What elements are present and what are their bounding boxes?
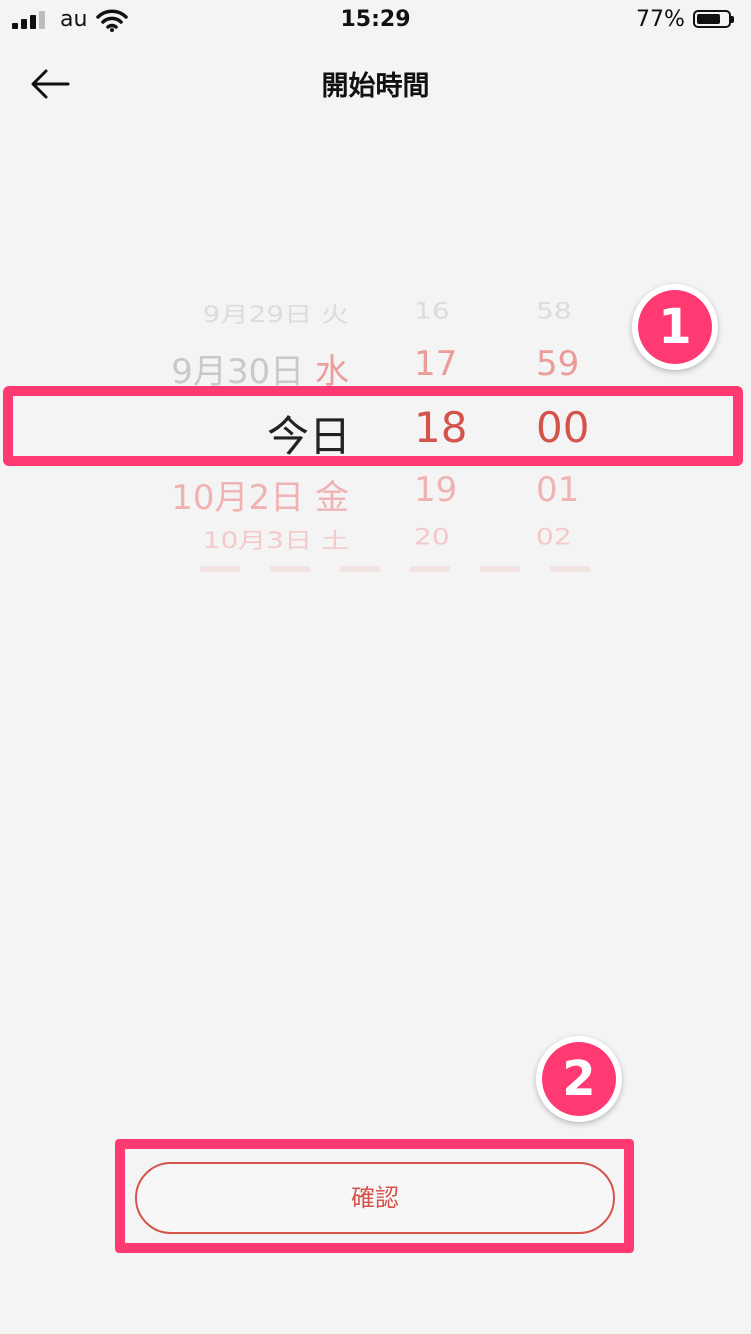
picker-date: 10月3日 土 xyxy=(202,527,349,554)
battery-icon xyxy=(693,10,734,28)
marker-1: 1 xyxy=(632,284,718,370)
status-bar: au 15:29 77% xyxy=(0,0,751,40)
picker-date: 10月2日 金 xyxy=(171,478,349,518)
picker-hour: 20 xyxy=(414,524,450,550)
picker-minute: 01 xyxy=(536,470,580,510)
picker-hour: 16 xyxy=(414,298,450,324)
picker-minute: 02 xyxy=(536,524,572,550)
picker-row-faded xyxy=(200,566,600,572)
picker-date: 9月29日 火 xyxy=(202,301,349,328)
picker-highlight-box xyxy=(3,386,743,466)
marker-2: 2 xyxy=(536,1036,622,1122)
picker-hour: 17 xyxy=(414,344,458,384)
picker-minute: 58 xyxy=(536,298,572,324)
battery-percent: 77% xyxy=(636,7,685,32)
picker-minute: 59 xyxy=(536,344,580,384)
page-title: 開始時間 xyxy=(321,71,430,102)
confirm-button[interactable]: 確認 xyxy=(135,1162,615,1234)
picker-hour: 19 xyxy=(414,470,458,510)
